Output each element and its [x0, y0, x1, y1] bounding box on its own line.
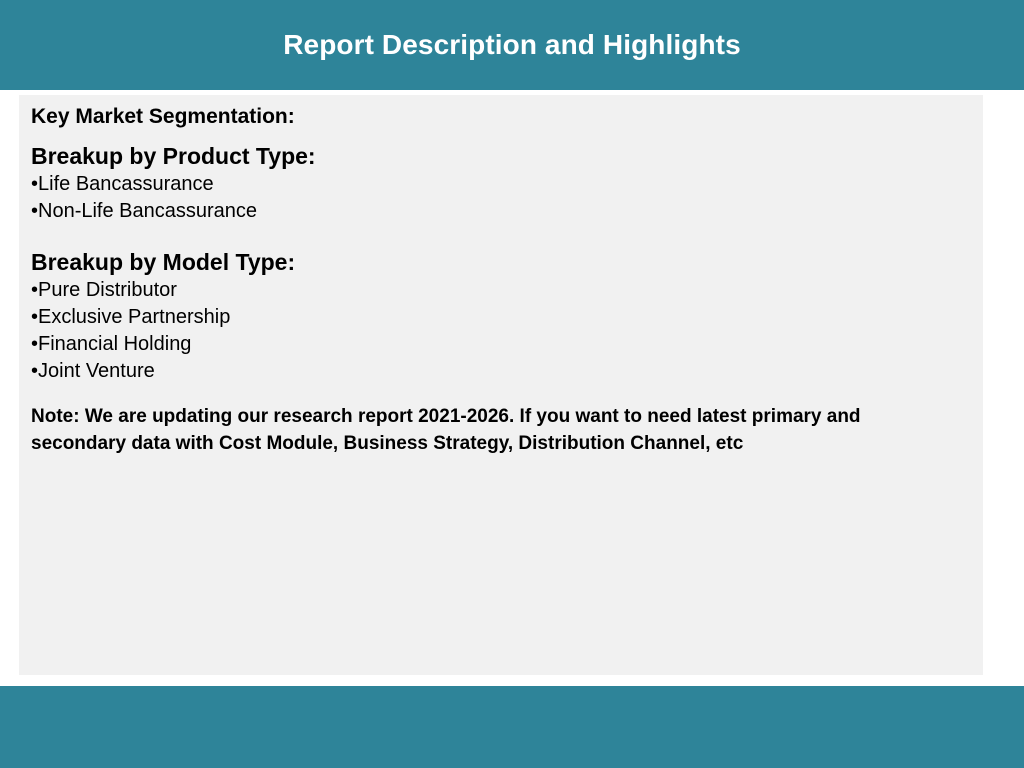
content-panel: Key Market Segmentation: Breakup by Prod…	[19, 95, 983, 675]
list-item: Pure Distributor	[31, 277, 971, 304]
list-item: Financial Holding	[31, 331, 971, 358]
product-type-list: Life Bancassurance Non-Life Bancassuranc…	[31, 171, 971, 225]
model-type-list: Pure Distributor Exclusive Partnership F…	[31, 277, 971, 385]
model-type-heading: Breakup by Model Type:	[31, 249, 296, 275]
page-title: Report Description and Highlights	[283, 29, 741, 60]
footer-bar	[0, 686, 1024, 768]
segmentation-title: Key Market Segmentation:	[31, 105, 295, 128]
list-item: Non-Life Bancassurance	[31, 198, 971, 225]
list-item: Joint Venture	[31, 358, 971, 385]
list-item: Life Bancassurance	[31, 171, 971, 198]
header-bar: Report Description and Highlights	[0, 0, 1024, 90]
list-item: Exclusive Partnership	[31, 304, 971, 331]
update-note: Note: We are updating our research repor…	[31, 406, 861, 454]
product-type-heading: Breakup by Product Type:	[31, 143, 316, 169]
